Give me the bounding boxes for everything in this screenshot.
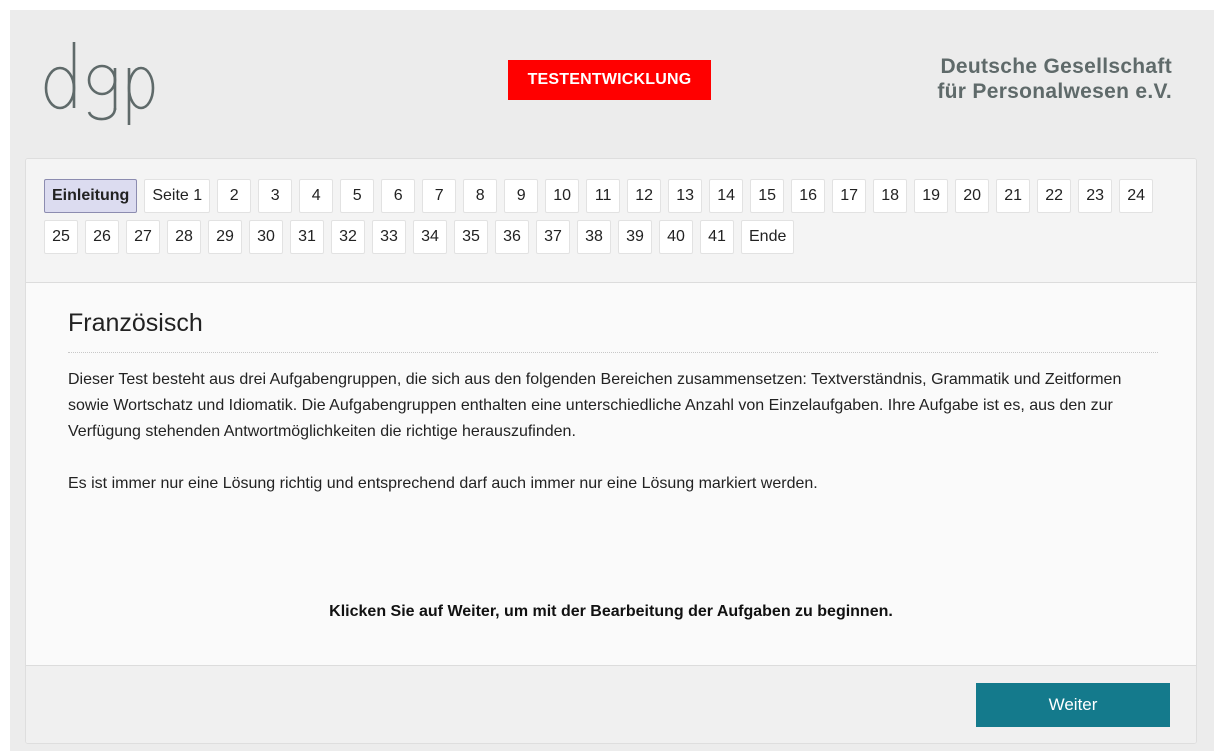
nav-page-button[interactable]: 30 bbox=[249, 220, 283, 254]
test-development-badge: TESTENTWICKLUNG bbox=[508, 60, 711, 100]
nav-page-button[interactable]: 18 bbox=[873, 179, 908, 213]
nav-page-button[interactable]: 17 bbox=[832, 179, 867, 213]
nav-page-button[interactable]: 37 bbox=[536, 220, 570, 254]
nav-page-button[interactable]: 11 bbox=[586, 179, 621, 213]
nav-page-button[interactable]: 34 bbox=[413, 220, 447, 254]
nav-page-button[interactable]: 12 bbox=[627, 179, 662, 213]
next-button[interactable]: Weiter bbox=[976, 683, 1170, 727]
nav-page-button[interactable]: 39 bbox=[618, 220, 652, 254]
intro-paragraph-2: Es ist immer nur eine Lösung richtig und… bbox=[68, 475, 818, 492]
nav-page-button[interactable]: Seite 1 bbox=[144, 179, 211, 213]
nav-page-button[interactable]: 10 bbox=[545, 179, 580, 213]
nav-page-button[interactable]: 5 bbox=[340, 179, 375, 213]
nav-page-button[interactable]: Ende bbox=[741, 220, 795, 254]
nav-page-button[interactable]: 31 bbox=[290, 220, 324, 254]
page-title: Französisch bbox=[68, 309, 1158, 353]
nav-page-button[interactable]: 41 bbox=[700, 220, 734, 254]
nav-page-button[interactable]: 25 bbox=[44, 220, 78, 254]
header: TESTENTWICKLUNG Deutsche Gesellschaft fü… bbox=[10, 10, 1214, 150]
start-instruction: Klicken Sie auf Weiter, um mit der Bearb… bbox=[329, 603, 893, 620]
nav-page-button[interactable]: 33 bbox=[372, 220, 406, 254]
nav-page-button[interactable]: 3 bbox=[258, 179, 293, 213]
nav-page-button[interactable]: 7 bbox=[422, 179, 457, 213]
dgp-logo bbox=[40, 30, 160, 125]
nav-page-button[interactable]: 14 bbox=[709, 179, 744, 213]
nav-page-button[interactable]: 22 bbox=[1037, 179, 1072, 213]
org-line-2: für Personalwesen e.V. bbox=[937, 80, 1172, 103]
nav-page-button[interactable]: Einleitung bbox=[44, 179, 138, 213]
nav-page-button[interactable]: 19 bbox=[914, 179, 949, 213]
nav-page-button[interactable]: 36 bbox=[495, 220, 529, 254]
test-card: Einleitung Seite 1 2 3 4 5 6 7 8 9 10 11 12 13 14 15 16 1… bbox=[25, 158, 1197, 744]
page-nav-grid: Einleitung Seite 1 2 3 4 5 6 7 8 9 10 11 12 13 14 15 16 1… bbox=[44, 179, 1154, 254]
nav-page-button[interactable]: 23 bbox=[1078, 179, 1113, 213]
nav-page-button[interactable]: 8 bbox=[463, 179, 498, 213]
nav-page-button[interactable]: 21 bbox=[996, 179, 1031, 213]
page-navigation: Einleitung Seite 1 2 3 4 5 6 7 8 9 10 11 12 13 14 15 16 1… bbox=[26, 159, 1196, 283]
org-line-1: Deutsche Gesellschaft bbox=[940, 55, 1172, 78]
nav-page-button[interactable]: 38 bbox=[577, 220, 611, 254]
nav-page-button[interactable]: 2 bbox=[217, 179, 252, 213]
nav-page-button[interactable]: 13 bbox=[668, 179, 703, 213]
organization-name: Deutsche Gesellschaft für Personalwesen … bbox=[937, 54, 1172, 104]
nav-page-button[interactable]: 35 bbox=[454, 220, 488, 254]
nav-page-button[interactable]: 16 bbox=[791, 179, 826, 213]
nav-page-button[interactable]: 32 bbox=[331, 220, 365, 254]
page: TESTENTWICKLUNG Deutsche Gesellschaft fü… bbox=[10, 10, 1214, 751]
nav-page-button[interactable]: 40 bbox=[659, 220, 693, 254]
intro-paragraph-1: Dieser Test besteht aus drei Aufgabengru… bbox=[68, 371, 1122, 440]
nav-page-button[interactable]: 6 bbox=[381, 179, 416, 213]
nav-page-button[interactable]: 29 bbox=[208, 220, 242, 254]
nav-page-button[interactable]: 28 bbox=[167, 220, 201, 254]
nav-page-button[interactable]: 15 bbox=[750, 179, 785, 213]
intro-content: Französisch Dieser Test besteht aus drei… bbox=[68, 309, 1158, 497]
footer-bar: Weiter bbox=[26, 665, 1196, 743]
nav-page-button[interactable]: 27 bbox=[126, 220, 160, 254]
nav-page-button[interactable]: 9 bbox=[504, 179, 539, 213]
nav-page-button[interactable]: 20 bbox=[955, 179, 990, 213]
nav-page-button[interactable]: 26 bbox=[85, 220, 119, 254]
nav-page-button[interactable]: 4 bbox=[299, 179, 334, 213]
nav-page-button[interactable]: 24 bbox=[1119, 179, 1154, 213]
